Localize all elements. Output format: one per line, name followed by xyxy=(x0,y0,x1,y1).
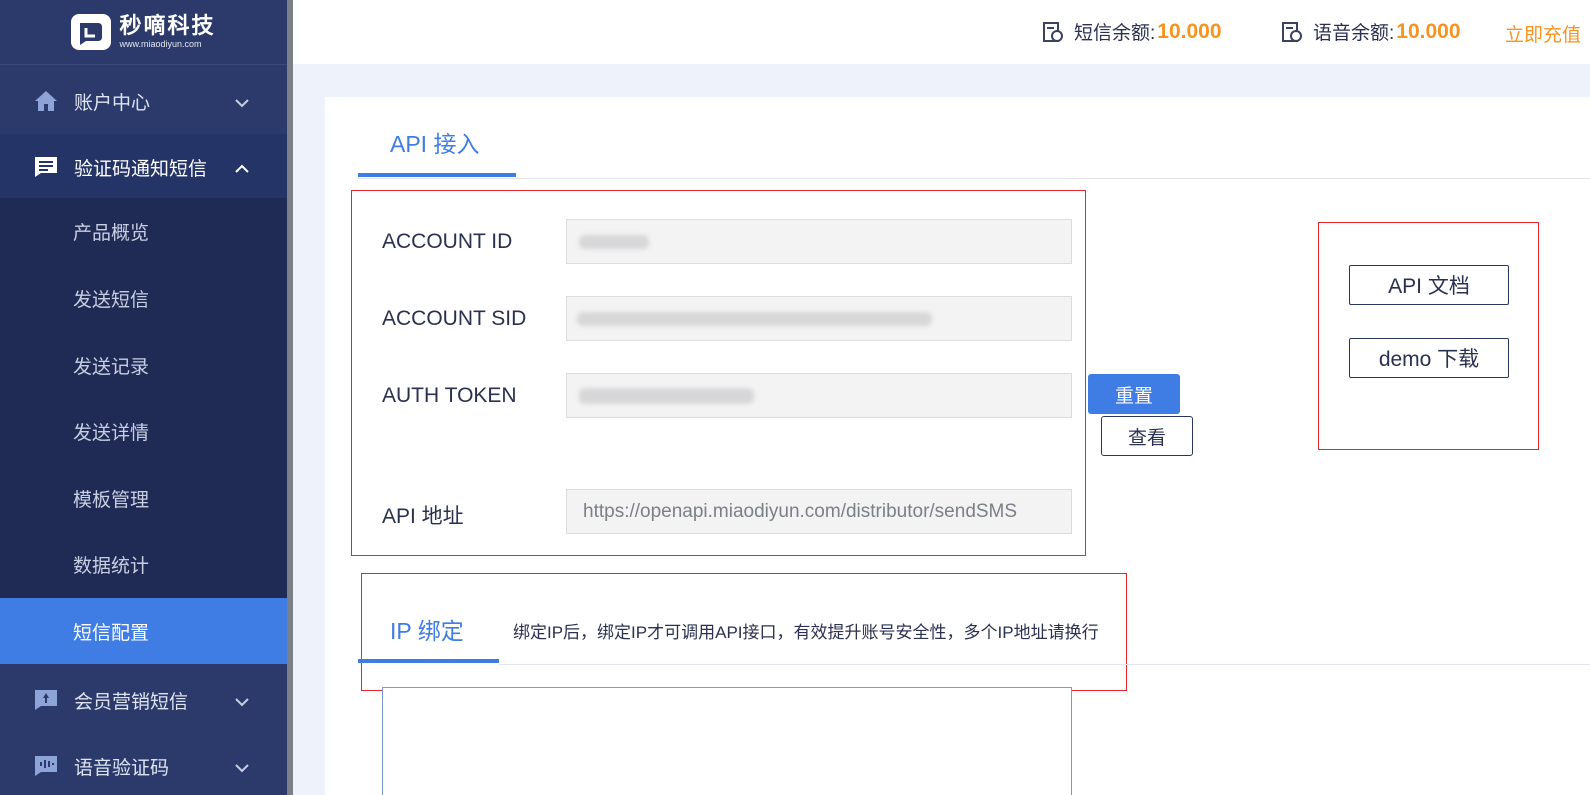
auth-token-field[interactable] xyxy=(566,373,1072,418)
sidebar-item-label: 模板管理 xyxy=(73,489,150,511)
sidebar-group-verification-sms[interactable]: 验证码通知短信 xyxy=(0,134,287,200)
ip-binding-description: 绑定IP后，绑定IP才可调用API接口，有效提升账号安全性，多个IP地址请换行 xyxy=(513,623,1099,642)
sidebar-item-statistics[interactable]: 数据统计 xyxy=(0,531,287,597)
brand-url: www.miaodiyun.com xyxy=(119,39,202,49)
submenu: 产品概览 发送短信 发送记录 发送详情 模板管理 数据统计 短信配置 xyxy=(0,198,287,664)
sidebar-group-label: 语音验证码 xyxy=(74,757,170,779)
tab-ip-binding[interactable]: IP 绑定 xyxy=(390,612,464,646)
demo-download-button[interactable]: demo 下载 xyxy=(1349,338,1509,378)
api-docs-button[interactable]: API 文档 xyxy=(1349,265,1509,305)
logo-icon xyxy=(71,14,112,50)
recharge-link[interactable]: 立即充值 xyxy=(1505,20,1581,47)
sidebar: 秒嘀科技 www.miaodiyun.com 账户中心 验证码通知短信 产品概览… xyxy=(0,0,287,795)
tab-divider xyxy=(358,178,1590,179)
voice-balance-icon xyxy=(1281,21,1303,43)
view-button[interactable]: 查看 xyxy=(1101,416,1193,456)
sidebar-item-sms-config[interactable]: 短信配置 xyxy=(0,598,287,664)
sidebar-item-label: 数据统计 xyxy=(73,555,150,577)
sidebar-item-send-details[interactable]: 发送详情 xyxy=(0,398,287,464)
account-sid-label: ACCOUNT SID xyxy=(382,307,527,330)
account-id-label: ACCOUNT ID xyxy=(382,230,513,253)
masked-value xyxy=(577,312,932,326)
home-icon xyxy=(34,89,58,113)
chevron-up-icon xyxy=(235,158,249,180)
sidebar-group-account[interactable]: 账户中心 xyxy=(0,68,287,134)
sidebar-item-label: 产品概览 xyxy=(73,222,150,244)
sidebar-group-voice-code[interactable]: 语音验证码 xyxy=(0,733,287,795)
account-id-field[interactable] xyxy=(566,219,1072,264)
sidebar-item-product-overview[interactable]: 产品概览 xyxy=(0,198,287,264)
sidebar-item-label: 短信配置 xyxy=(73,622,150,644)
sidebar-item-label: 发送详情 xyxy=(73,422,150,444)
chevron-down-icon xyxy=(235,92,249,114)
logo[interactable]: 秒嘀科技 www.miaodiyun.com xyxy=(0,0,287,65)
reset-button[interactable]: 重置 xyxy=(1088,374,1180,414)
brand-name: 秒嘀科技 xyxy=(119,13,216,38)
sidebar-item-template-management[interactable]: 模板管理 xyxy=(0,465,287,531)
sidebar-group-label: 会员营销短信 xyxy=(74,691,189,713)
voice-icon xyxy=(34,754,58,778)
message-icon xyxy=(34,155,58,179)
ip-tab-divider xyxy=(499,664,1590,665)
tab-api-access[interactable]: API 接入 xyxy=(390,125,479,159)
sidebar-item-label: 发送短信 xyxy=(73,289,150,311)
sms-balance-value: 10.000 xyxy=(1157,19,1222,43)
sidebar-group-label: 账户中心 xyxy=(74,92,151,114)
tab-api-underline xyxy=(358,173,516,177)
voice-balance: 语音余额: 10.000 xyxy=(1281,18,1461,45)
marketing-icon xyxy=(34,688,58,712)
sidebar-group-label: 验证码通知短信 xyxy=(74,158,208,180)
masked-value xyxy=(579,235,649,249)
voice-balance-label: 语音余额: xyxy=(1313,23,1395,44)
sms-balance: 短信余额: 10.000 xyxy=(1042,18,1222,45)
api-url-label: API 地址 xyxy=(382,505,464,528)
account-sid-field[interactable] xyxy=(566,296,1072,341)
auth-token-label: AUTH TOKEN xyxy=(382,384,517,407)
docs-highlight-box xyxy=(1318,222,1539,450)
sidebar-item-send-records[interactable]: 发送记录 xyxy=(0,332,287,398)
voice-balance-value: 10.000 xyxy=(1396,19,1461,43)
chevron-down-icon xyxy=(235,757,249,779)
sms-balance-label: 短信余额: xyxy=(1074,23,1156,44)
masked-value xyxy=(579,388,754,404)
api-url-field[interactable]: https://openapi.miaodiyun.com/distributo… xyxy=(566,489,1072,534)
sidebar-group-marketing-sms[interactable]: 会员营销短信 xyxy=(0,667,287,733)
ip-address-textarea[interactable] xyxy=(382,687,1072,795)
tab-ip-underline xyxy=(358,659,499,663)
sidebar-item-send-sms[interactable]: 发送短信 xyxy=(0,265,287,331)
chevron-down-icon xyxy=(235,691,249,713)
sidebar-item-label: 发送记录 xyxy=(73,356,150,378)
api-url-value: https://openapi.miaodiyun.com/distributo… xyxy=(583,500,1018,522)
sidebar-scrollbar[interactable] xyxy=(287,0,293,795)
sms-balance-icon xyxy=(1042,21,1064,43)
